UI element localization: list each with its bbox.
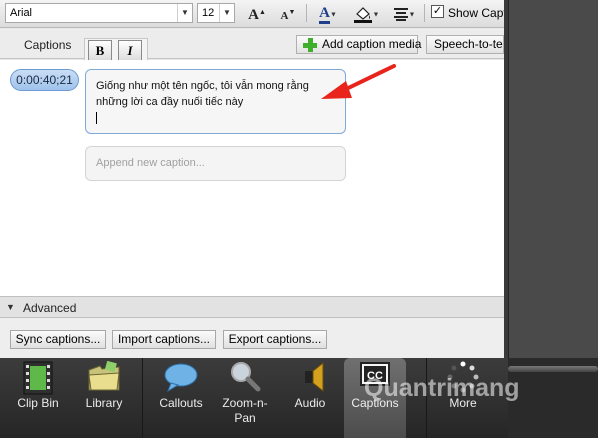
- font-size-value: 12: [202, 7, 215, 19]
- append-caption-field[interactable]: Append new caption...: [85, 146, 346, 181]
- preview-panel: [508, 0, 598, 358]
- formatting-toolbar: Arial ▼ 12 ▼ A▲ A▼ A▼ ▼ ▼ ✓ Show Cap: [0, 0, 504, 28]
- tab-library[interactable]: Library: [72, 358, 136, 438]
- grow-font-button[interactable]: A▲: [245, 2, 269, 24]
- tab-callouts[interactable]: Callouts: [146, 358, 216, 438]
- chevron-down-icon: ▼: [329, 10, 337, 19]
- folder-icon: [88, 360, 120, 391]
- font-color-label: A: [319, 5, 330, 24]
- tab-audio[interactable]: Audio: [280, 358, 340, 438]
- add-caption-media-button[interactable]: Add caption media: [296, 35, 422, 54]
- captions-panel: Arial ▼ 12 ▼ A▲ A▼ A▼ ▼ ▼ ✓ Show Cap Cap…: [0, 0, 504, 358]
- chevron-down-icon: ▼: [177, 4, 192, 22]
- magnifier-icon: [231, 362, 261, 392]
- font-size-select[interactable]: 12 ▼: [197, 3, 235, 23]
- tab-label: Clip Bin: [17, 396, 59, 410]
- speech-to-text-label: Speech-to-text: [434, 37, 503, 51]
- tab-label: Zoom-n- Pan: [222, 396, 268, 425]
- speech-to-text-button[interactable]: Speech-to-text: [426, 35, 504, 54]
- font-color-button[interactable]: A▼: [312, 2, 344, 24]
- chevron-down-icon: ▼: [408, 10, 416, 19]
- export-captions-button[interactable]: Export captions...: [223, 330, 327, 349]
- shrink-font-label: A: [280, 10, 289, 22]
- add-caption-media-label: Add caption media: [322, 37, 422, 51]
- annotation-arrow-icon: [321, 64, 396, 99]
- collapse-triangle-icon: ▼: [6, 302, 15, 312]
- paint-bucket-icon: [353, 7, 372, 24]
- caption-text-editor[interactable]: Giống như một tên ngốc, tôi vẫn mong rằn…: [85, 69, 346, 134]
- show-captions-label: Show Captions: [448, 6, 504, 20]
- import-captions-button[interactable]: Import captions...: [112, 330, 216, 349]
- watermark-logo: Quantrimang: [364, 374, 520, 402]
- align-button[interactable]: ▼: [388, 2, 420, 24]
- fill-color-button[interactable]: ▼: [350, 2, 382, 24]
- captions-title: Captions: [24, 38, 72, 52]
- advanced-section-toggle[interactable]: ▼ Advanced: [0, 296, 504, 318]
- tab-clip-bin[interactable]: Clip Bin: [4, 358, 72, 438]
- shrink-font-button[interactable]: A▼: [276, 2, 300, 24]
- chevron-down-icon: ▼: [372, 10, 380, 19]
- tab-label: Library: [85, 396, 123, 410]
- sync-captions-button[interactable]: Sync captions...: [10, 330, 106, 349]
- caption-list: 0:00:40;21 Giống như một tên ngốc, tôi v…: [0, 60, 504, 296]
- speaker-icon: [305, 361, 324, 393]
- speech-bubble-icon: [164, 363, 198, 393]
- tab-label: Callouts: [159, 396, 203, 410]
- caption-timecode[interactable]: 0:00:40;21: [10, 69, 79, 91]
- text-cursor: [96, 112, 97, 124]
- chevron-down-icon: ▼: [219, 4, 234, 22]
- grow-font-label: A: [248, 7, 259, 23]
- font-family-select[interactable]: Arial ▼: [5, 3, 193, 23]
- advanced-buttons-row: Sync captions... Import captions... Expo…: [0, 318, 504, 358]
- caption-text: Giống như một tên ngốc, tôi vẫn mong rằn…: [96, 80, 309, 108]
- toolbar-divider: [424, 4, 425, 22]
- tab-zoom-n-pan[interactable]: Zoom-n- Pan: [216, 358, 274, 438]
- shrink-font-icon: ▼: [288, 9, 296, 16]
- advanced-label: Advanced: [23, 301, 77, 315]
- timeline-scrub-bar[interactable]: [508, 366, 598, 372]
- font-family-value: Arial: [10, 7, 33, 19]
- toolbar-divider: [306, 4, 307, 22]
- show-captions-checkbox[interactable]: ✓: [431, 5, 444, 18]
- italic-button[interactable]: I: [118, 40, 142, 62]
- tab-label: Audio: [294, 396, 326, 410]
- camtasia-captions-window: Arial ▼ 12 ▼ A▲ A▼ A▼ ▼ ▼ ✓ Show Cap Cap…: [0, 0, 598, 438]
- plus-icon: [303, 38, 317, 52]
- bold-button[interactable]: B: [88, 40, 112, 62]
- grow-font-icon: ▲: [258, 9, 266, 16]
- align-lines-icon: [393, 8, 408, 22]
- tab-divider: [142, 358, 143, 438]
- film-strip-icon: [23, 361, 53, 395]
